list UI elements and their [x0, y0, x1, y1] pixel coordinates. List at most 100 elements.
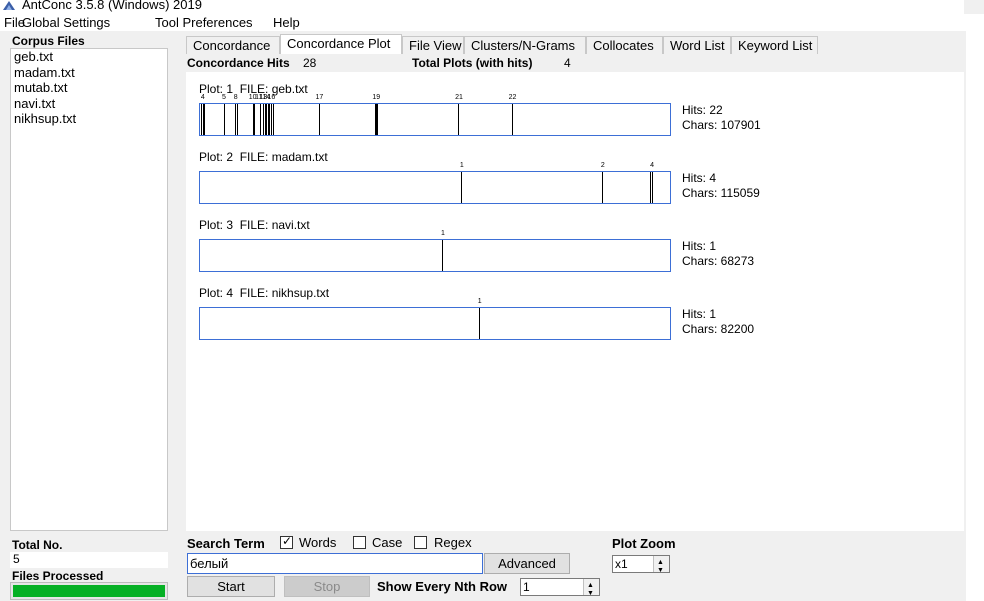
plot-number: Plot: 2	[199, 150, 234, 164]
case-checkbox[interactable]	[353, 536, 366, 549]
right-gutter	[966, 31, 984, 601]
tab-collocates[interactable]: Collocates	[586, 36, 663, 54]
hit-marker[interactable]	[237, 104, 238, 135]
hit-marker[interactable]	[263, 104, 264, 135]
hit-marker[interactable]	[266, 104, 267, 135]
search-term-label: Search Term	[187, 536, 265, 551]
menu-bar: File Global Settings Tool Preferences He…	[0, 14, 984, 31]
plot-number: Plot: 3	[199, 218, 234, 232]
hit-number-label: 19	[372, 94, 381, 101]
hit-marker[interactable]	[602, 172, 603, 203]
total-plots-value: 4	[564, 56, 571, 70]
hit-number-label: 1	[477, 298, 482, 305]
menu-global-settings[interactable]: Global Settings	[22, 15, 110, 30]
hit-marker[interactable]	[442, 240, 443, 271]
tab-keyword-list[interactable]: Keyword List	[731, 36, 818, 54]
hit-marker[interactable]	[377, 104, 378, 135]
corpus-file-item[interactable]: mutab.txt	[11, 80, 167, 96]
plot-hits-count: Hits: 1	[682, 239, 717, 253]
corpus-file-item[interactable]: navi.txt	[11, 96, 167, 112]
concordance-hits-value: 28	[303, 56, 317, 70]
regex-checkbox-label: Regex	[434, 535, 472, 550]
plot-stats-row: Concordance Hits 28 Total Plots (with hi…	[186, 54, 964, 72]
search-term-input[interactable]: белый	[187, 553, 483, 574]
plot-zoom-label: Plot Zoom	[612, 536, 676, 551]
plot-hits-count: Hits: 1	[682, 307, 717, 321]
plot-hit-bar[interactable]	[199, 307, 671, 340]
plot-title: Plot: 2 FILE: madam.txt	[199, 150, 328, 164]
hit-number-label: 8	[233, 94, 238, 101]
tab-file-view[interactable]: File View	[402, 36, 464, 54]
tab-clusters-ngrams[interactable]: Clusters/N-Grams	[464, 36, 586, 54]
concordance-hits-label: Concordance Hits	[187, 56, 290, 70]
files-processed-progress-fill	[13, 585, 165, 597]
corpus-file-item[interactable]: nikhsup.txt	[11, 111, 167, 127]
words-checkbox[interactable]	[280, 534, 293, 549]
case-checkbox-label: Case	[372, 535, 403, 550]
corpus-files-list[interactable]: geb.txt madam.txt mutab.txt navi.txt nik…	[10, 48, 168, 531]
tab-concordance-plot[interactable]: Concordance Plot	[280, 34, 402, 54]
hit-marker[interactable]	[458, 104, 459, 135]
hit-marker[interactable]	[254, 104, 255, 135]
hit-marker[interactable]	[224, 104, 225, 135]
advanced-button[interactable]: Advanced	[484, 553, 570, 574]
corpus-files-header: Corpus Files	[12, 34, 85, 48]
plot-title: Plot: 3 FILE: navi.txt	[199, 218, 310, 232]
titlebar-right-strip	[964, 0, 984, 14]
hit-marker[interactable]	[269, 104, 270, 135]
plot-hit-bar[interactable]	[199, 239, 671, 272]
plot-chars-count: Chars: 107901	[682, 118, 761, 132]
plot-hit-bar[interactable]	[199, 171, 671, 204]
hit-marker[interactable]	[512, 104, 513, 135]
total-plots-label: Total Plots (with hits)	[412, 56, 533, 70]
stop-button[interactable]: Stop	[284, 576, 370, 597]
nth-row-spinner[interactable]: 1	[520, 578, 600, 601]
regex-checkbox[interactable]	[414, 536, 427, 549]
hit-marker[interactable]	[479, 308, 480, 339]
plot-file-name: FILE: nikhsup.txt	[239, 286, 330, 300]
plot-hit-bar[interactable]	[199, 103, 671, 136]
plot-title: Plot: 4 FILE: nikhsup.txt	[199, 286, 329, 300]
hit-marker[interactable]	[652, 172, 653, 203]
tab-word-list[interactable]: Word List	[663, 36, 731, 54]
menu-help[interactable]: Help	[273, 15, 300, 30]
plot-zoom-spin-arrows-icon[interactable]	[653, 555, 669, 579]
plot-zoom-spinner[interactable]: x1	[612, 555, 670, 579]
hit-number-label: 4	[200, 94, 205, 101]
plot-chars-count: Chars: 68273	[682, 254, 755, 268]
hit-marker[interactable]	[260, 104, 261, 135]
nth-row-spin-arrows-icon[interactable]	[583, 578, 599, 601]
hit-number-label: 22	[508, 94, 517, 101]
corpus-file-item[interactable]: madam.txt	[11, 65, 167, 81]
total-no-label: Total No.	[12, 538, 63, 552]
hit-marker[interactable]	[319, 104, 320, 135]
plot-number: Plot: 4	[199, 286, 234, 300]
plot-file-name: FILE: madam.txt	[239, 150, 328, 164]
window-title: AntConc 3.5.8 (Windows) 2019	[22, 0, 202, 12]
plot-chars-count: Chars: 82200	[682, 322, 755, 336]
corpus-file-item[interactable]: geb.txt	[11, 49, 167, 65]
tab-concordance[interactable]: Concordance	[186, 36, 280, 54]
hit-number-label: 2	[600, 162, 605, 169]
menu-tool-preferences[interactable]: Tool Preferences	[155, 15, 253, 30]
plot-chars-count: Chars: 115059	[682, 186, 760, 200]
hit-marker[interactable]	[204, 104, 205, 135]
concordance-plot-area[interactable]: Plot: 1 FILE: geb.txt 4 5 8 10 11 13 14 16 17 19 21…	[186, 72, 964, 531]
plot-zoom-value: x1	[615, 557, 628, 571]
hit-marker[interactable]	[461, 172, 462, 203]
plot-hits-count: Hits: 22	[682, 103, 723, 117]
hit-marker[interactable]	[235, 104, 236, 135]
hit-marker[interactable]	[271, 104, 272, 135]
nth-row-value: 1	[523, 580, 530, 594]
plot-file-name: FILE: navi.txt	[239, 218, 310, 232]
title-bar: AntConc 3.5.8 (Windows) 2019	[0, 0, 984, 14]
hit-marker[interactable]	[650, 172, 651, 203]
hit-marker[interactable]	[201, 104, 202, 135]
hit-number-label: 4	[650, 162, 655, 169]
files-processed-label: Files Processed	[12, 569, 104, 583]
start-button[interactable]: Start	[187, 576, 275, 597]
hit-marker[interactable]	[273, 104, 274, 135]
total-no-value: 5	[10, 552, 168, 568]
hit-number-label: 1	[459, 162, 464, 169]
plot-hits-count: Hits: 4	[682, 171, 717, 185]
